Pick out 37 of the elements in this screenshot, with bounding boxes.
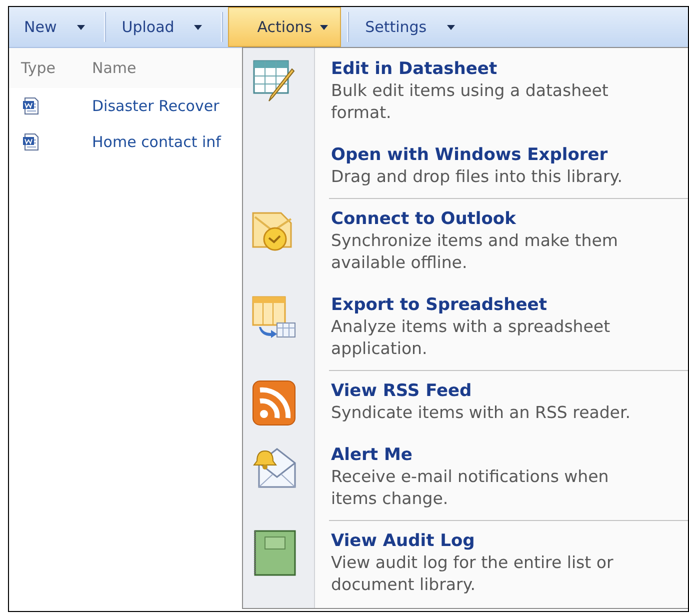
column-header[interactable]: Name bbox=[92, 59, 136, 77]
menu-item[interactable]: Export to Spreadsheet Analyze items with a spreadsheet application. bbox=[329, 284, 688, 370]
menu-item-description: View audit log for the entire list or document library. bbox=[331, 552, 614, 596]
menu-item-description: Receive e-mail notifications when items change. bbox=[331, 466, 610, 510]
menu-item-link[interactable]: Alert Me bbox=[331, 444, 412, 466]
caret-icon bbox=[446, 24, 455, 30]
toolbar-menu-button[interactable]: Settings bbox=[354, 7, 468, 47]
menu-item-link[interactable]: Connect to Outlook bbox=[331, 208, 516, 230]
menu-item-link[interactable]: Open with Windows Explorer bbox=[331, 144, 608, 166]
menu-item-link[interactable]: View Audit Log bbox=[331, 530, 475, 552]
menu-item[interactable]: View Audit Log View audit log for the entire list or document library. bbox=[329, 520, 688, 606]
menu-item-link[interactable]: Export to Spreadsheet bbox=[331, 294, 547, 316]
toolbar-menu-button[interactable]: New bbox=[13, 7, 98, 47]
document-link[interactable]: Home contact inf bbox=[92, 133, 221, 151]
menu-item-description: Drag and drop files into this library. bbox=[331, 166, 624, 188]
menu-item-link[interactable]: Edit in Datasheet bbox=[331, 58, 498, 80]
menu-item-link[interactable]: View RSS Feed bbox=[331, 380, 472, 402]
document-icon bbox=[22, 97, 40, 115]
caret-icon bbox=[76, 24, 85, 30]
caret-icon bbox=[194, 24, 202, 30]
menu-item[interactable]: Alert Me Receive e-mail notifications when items change. bbox=[329, 434, 688, 520]
book-icon bbox=[251, 529, 297, 577]
menu-item-description: Syndicate items with an RSS reader. bbox=[331, 402, 632, 424]
menu-item-description: Synchronize items and make them available offline. bbox=[331, 230, 619, 274]
document-link[interactable]: Disaster Recover bbox=[92, 97, 220, 115]
menu-item[interactable]: Open with Windows Explorer Drag and drop files into this library. bbox=[329, 134, 688, 198]
rss-icon bbox=[251, 379, 297, 427]
menu-item[interactable]: Connect to Outlook Synchronize items and make them available offline. bbox=[329, 198, 688, 284]
menu-item-description: Analyze items with a spreadsheet application. bbox=[331, 316, 612, 360]
menu-item[interactable]: View RSS Feed Syndicate items with an RSS reader. bbox=[329, 370, 688, 434]
column-header[interactable]: Type bbox=[21, 59, 92, 77]
toolbar-menu-button[interactable]: Actions bbox=[228, 7, 342, 47]
menu-item-description: Bulk edit items using a datasheet format. bbox=[331, 80, 610, 124]
menu-item[interactable]: Edit in Datasheet Bulk edit items using a datasheet format. bbox=[329, 48, 688, 134]
document-icon bbox=[22, 133, 40, 151]
toolbar-menu-button[interactable]: Upload bbox=[110, 7, 216, 47]
caret-icon bbox=[320, 24, 328, 30]
